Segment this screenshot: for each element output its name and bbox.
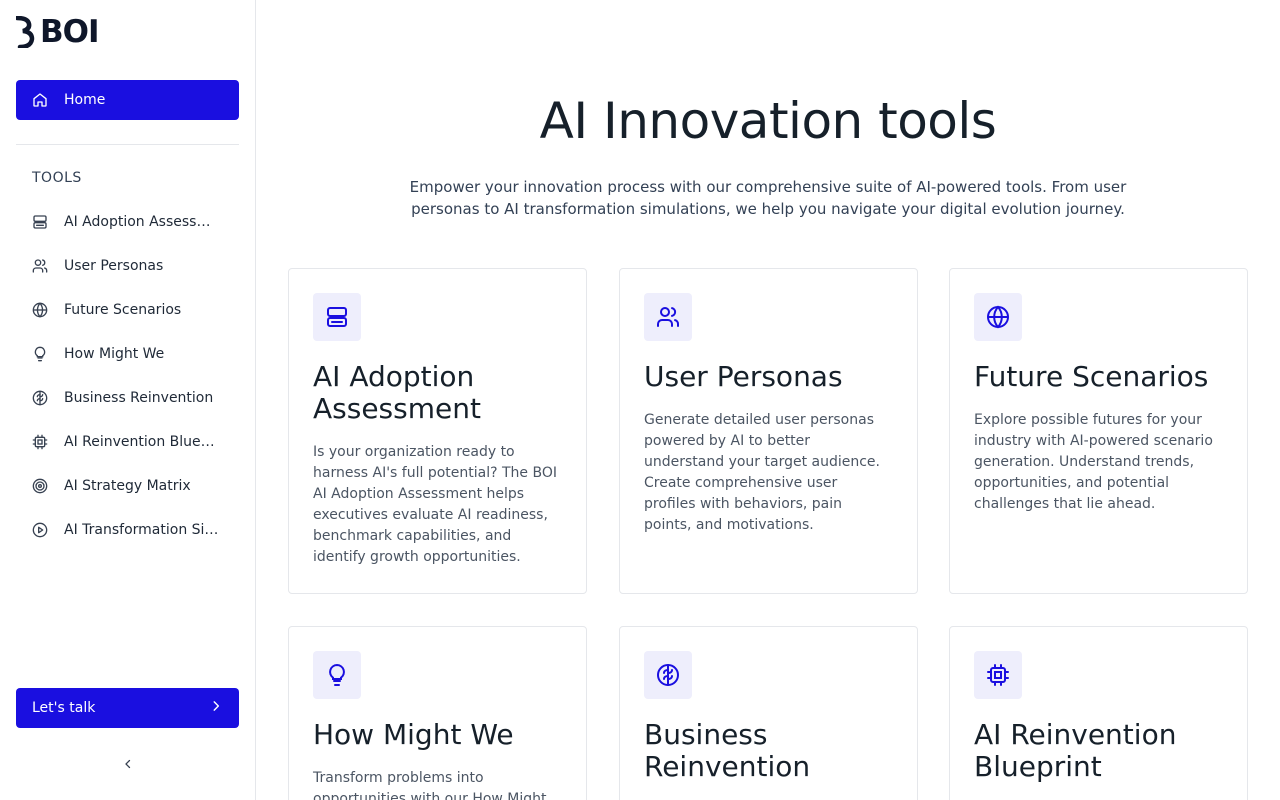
tool-card-user-personas[interactable]: User Personas Generate detailed user per… bbox=[619, 268, 918, 594]
sidebar-item-ai-transformation-simulation[interactable]: AI Transformation Simulation bbox=[16, 508, 239, 552]
chevron-right-icon bbox=[209, 699, 223, 717]
sidebar-item-label: AI Transformation Simulation bbox=[64, 522, 222, 538]
target-icon bbox=[32, 478, 48, 494]
play-circle-icon bbox=[32, 522, 48, 538]
main-content: AI Innovation tools Empower your innovat… bbox=[256, 0, 1280, 800]
sidebar-item-label: Home bbox=[64, 92, 106, 108]
chevron-left-icon bbox=[122, 755, 134, 774]
lets-talk-button[interactable]: Let's talk bbox=[16, 688, 239, 728]
sidebar-item-label: AI Strategy Matrix bbox=[64, 478, 191, 494]
card-description: Generate detailed user personas powered … bbox=[644, 412, 880, 533]
card-description: Is your organization ready to harness AI… bbox=[313, 444, 557, 565]
sidebar-item-how-might-we[interactable]: How Might We bbox=[16, 332, 239, 376]
card-description: Explore possible futures for your indust… bbox=[974, 412, 1213, 512]
sidebar-item-future-scenarios[interactable]: Future Scenarios bbox=[16, 288, 239, 332]
logo-mark-icon bbox=[16, 16, 35, 48]
sidebar-item-label: Business Reinvention bbox=[64, 390, 214, 406]
sidebar-item-ai-reinvention-blueprint[interactable]: AI Reinvention Blueprint bbox=[16, 420, 239, 464]
users-icon bbox=[32, 258, 48, 274]
card-title: How Might We bbox=[313, 718, 514, 751]
card-title: AI Reinvention Blueprint bbox=[974, 718, 1177, 783]
server-icon bbox=[313, 293, 361, 341]
logo-text: BOI bbox=[40, 14, 100, 50]
page-title: AI Innovation tools bbox=[539, 92, 997, 150]
card-title: Future Scenarios bbox=[974, 360, 1209, 393]
tools-heading: TOOLS bbox=[32, 170, 82, 186]
sidebar-item-label: How Might We bbox=[64, 346, 165, 362]
tool-card-ai-reinvention-blueprint[interactable]: AI Reinvention Blueprint bbox=[949, 626, 1248, 800]
tools-nav: AI Adoption Assessment User Personas Fut… bbox=[16, 200, 239, 552]
cpu-icon bbox=[974, 651, 1022, 699]
tool-card-business-reinvention[interactable]: Business Reinvention bbox=[619, 626, 918, 800]
lets-talk-label: Let's talk bbox=[32, 700, 96, 716]
server-icon bbox=[32, 214, 48, 230]
globe-icon bbox=[974, 293, 1022, 341]
cpu-icon bbox=[32, 434, 48, 450]
home-icon bbox=[32, 92, 48, 108]
sidebar-divider bbox=[16, 144, 239, 145]
sidebar-item-label: User Personas bbox=[64, 258, 164, 274]
sidebar-item-label: AI Adoption Assessment bbox=[64, 214, 222, 230]
page-subtitle: Empower your innovation process with our… bbox=[409, 178, 1127, 218]
sidebar-item-ai-strategy-matrix[interactable]: AI Strategy Matrix bbox=[16, 464, 239, 508]
lightbulb-icon bbox=[313, 651, 361, 699]
collapse-sidebar-button[interactable] bbox=[120, 756, 136, 772]
brain-icon bbox=[644, 651, 692, 699]
users-icon bbox=[644, 293, 692, 341]
sidebar-item-home[interactable]: Home bbox=[16, 80, 239, 120]
brand-logo[interactable]: BOI bbox=[16, 14, 100, 50]
card-title: User Personas bbox=[644, 360, 843, 393]
lightbulb-icon bbox=[32, 346, 48, 362]
sidebar-item-ai-adoption-assessment[interactable]: AI Adoption Assessment bbox=[16, 200, 239, 244]
tool-card-future-scenarios[interactable]: Future Scenarios Explore possible future… bbox=[949, 268, 1248, 594]
sidebar-item-label: Future Scenarios bbox=[64, 302, 182, 318]
card-title: AI Adoption Assessment bbox=[313, 360, 481, 425]
sidebar: BOI Home TOOLS AI Adoption Assessment Us… bbox=[0, 0, 256, 800]
globe-icon bbox=[32, 302, 48, 318]
card-description: Transform problems into opportunities wi… bbox=[313, 770, 547, 800]
sidebar-item-business-reinvention[interactable]: Business Reinvention bbox=[16, 376, 239, 420]
sidebar-item-label: AI Reinvention Blueprint bbox=[64, 434, 222, 450]
tool-card-ai-adoption-assessment[interactable]: AI Adoption Assessment Is your organizat… bbox=[288, 268, 587, 594]
tool-card-how-might-we[interactable]: How Might We Transform problems into opp… bbox=[288, 626, 587, 800]
brain-icon bbox=[32, 390, 48, 406]
card-title: Business Reinvention bbox=[644, 718, 811, 783]
sidebar-item-user-personas[interactable]: User Personas bbox=[16, 244, 239, 288]
